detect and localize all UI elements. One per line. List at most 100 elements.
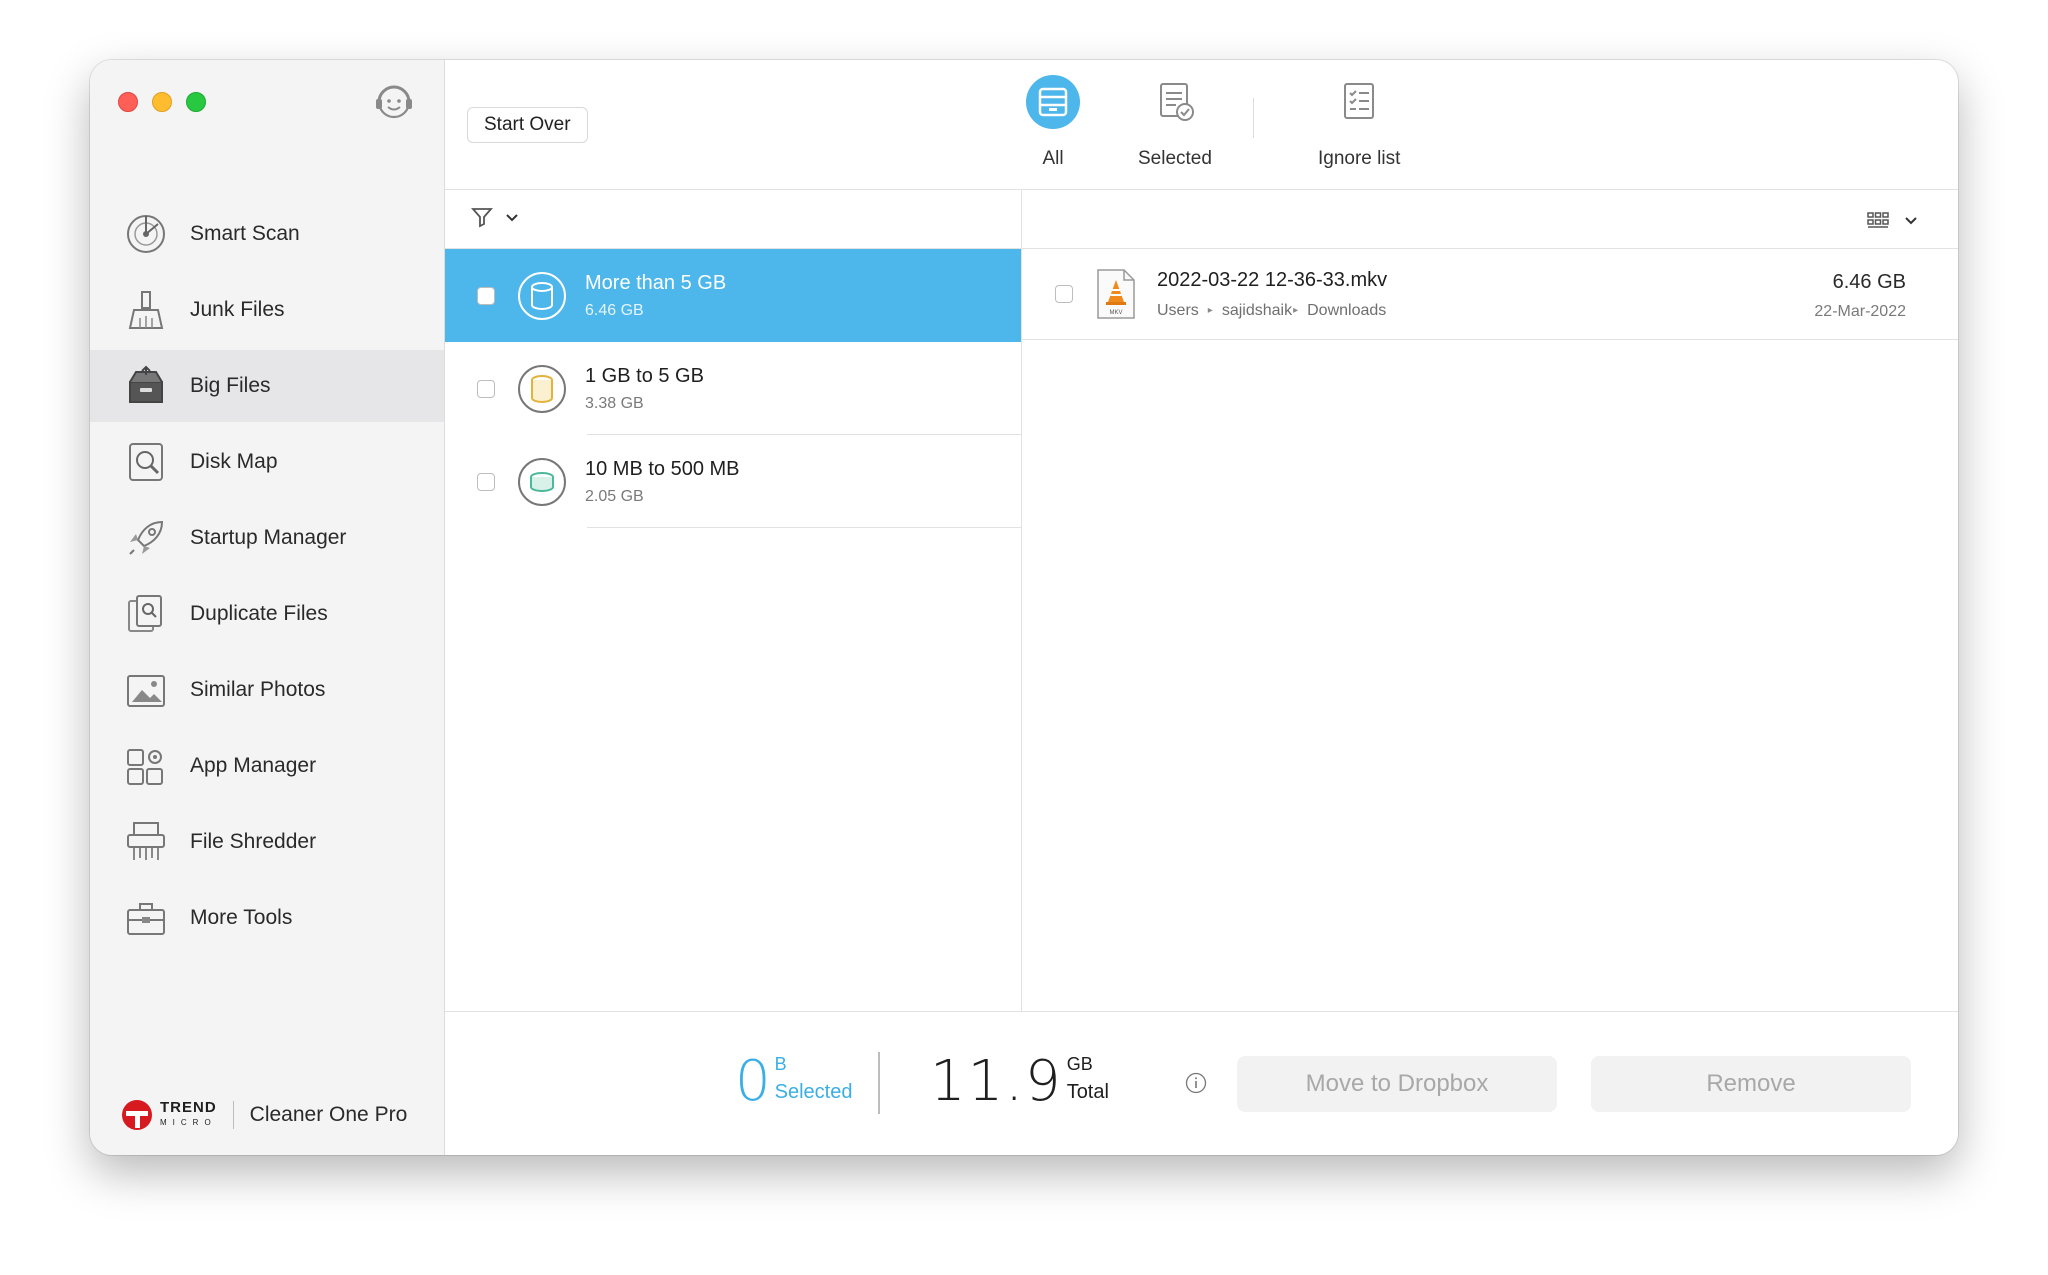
- selected-size-stat: 0 B Selected: [735, 1054, 852, 1110]
- file-type-label: MKV: [1109, 310, 1122, 316]
- brush-icon: [124, 288, 168, 332]
- photo-icon: [124, 668, 168, 712]
- view-bar: [1022, 190, 1958, 249]
- category-row-1gb-to-5gb[interactable]: 1 GB to 5 GB 3.38 GB: [445, 342, 1021, 435]
- video-file-icon: MKV: [1095, 268, 1137, 320]
- sidebar-nav: Smart Scan Junk Files Big Files Disk Map: [90, 198, 444, 958]
- sidebar-item-label: Similar Photos: [190, 678, 326, 701]
- rocket-icon: [124, 516, 168, 560]
- brand-company-sub: MICRO: [160, 1118, 217, 1127]
- tab-divider: [1253, 98, 1254, 138]
- radar-icon: [124, 212, 168, 256]
- category-checkbox[interactable]: [477, 472, 495, 491]
- sidebar-item-app-manager[interactable]: App Manager: [90, 730, 444, 802]
- total-size-stat: 11.9 GB Total: [930, 1054, 1109, 1110]
- zoom-window-button[interactable]: [186, 92, 206, 112]
- file-row[interactable]: MKV 2022-03-22 12-36-33.mkv Users ▸ saji…: [1022, 249, 1958, 340]
- category-title: 10 MB to 500 MB: [585, 457, 740, 480]
- selected-files-icon: [1147, 74, 1203, 130]
- main-content: Start Over All Selected Ignore list More…: [445, 60, 1958, 1155]
- path-arrow-icon: ▸: [1207, 305, 1213, 316]
- path-segment: Users: [1157, 301, 1199, 319]
- brand: TREND MICRO Cleaner One Pro: [120, 1095, 407, 1135]
- close-window-button[interactable]: [118, 92, 138, 112]
- total-label: Total: [1066, 1081, 1109, 1103]
- file-list-pane: MKV 2022-03-22 12-36-33.mkv Users ▸ saji…: [1022, 190, 1958, 1011]
- footer-bar: 0 B Selected 11.9 GB Total Move to Dropb…: [445, 1011, 1958, 1155]
- tab-ignore-list[interactable]: Ignore list: [1318, 74, 1400, 170]
- tab-selected-label: Selected: [1138, 148, 1212, 169]
- brand-company: TREND: [160, 1099, 217, 1116]
- sidebar-item-label: Junk Files: [190, 298, 285, 321]
- file-checkbox[interactable]: [1055, 285, 1073, 303]
- sidebar-item-duplicate-files[interactable]: Duplicate Files: [90, 578, 444, 650]
- box-icon: [124, 364, 168, 408]
- sidebar-item-more-tools[interactable]: More Tools: [90, 882, 444, 954]
- sidebar-item-label: Disk Map: [190, 450, 278, 473]
- sidebar-item-label: Smart Scan: [190, 222, 300, 245]
- file-path: Users ▸ sajidshaik ▸ Downloads: [1157, 302, 1387, 320]
- chevron-down-icon[interactable]: [1904, 213, 1918, 232]
- apps-icon: [124, 744, 168, 788]
- remove-button[interactable]: Remove: [1591, 1056, 1911, 1112]
- category-pane: More than 5 GB 6.46 GB 1 GB to 5 GB 3.38…: [445, 190, 1022, 1011]
- grid-view-icon[interactable]: [1866, 208, 1890, 237]
- category-title: 1 GB to 5 GB: [585, 364, 704, 387]
- ignore-list-icon: [1331, 74, 1387, 130]
- duplicate-icon: [124, 592, 168, 636]
- magnifier-icon: [124, 440, 168, 484]
- sidebar-item-startup-manager[interactable]: Startup Manager: [90, 502, 444, 574]
- category-checkbox[interactable]: [477, 286, 495, 305]
- toolbox-icon: [124, 896, 168, 940]
- brand-divider: [232, 1101, 234, 1129]
- sidebar-item-junk-files[interactable]: Junk Files: [90, 274, 444, 346]
- move-to-dropbox-button[interactable]: Move to Dropbox: [1237, 1056, 1557, 1112]
- path-arrow-icon: ▸: [1293, 305, 1299, 316]
- sidebar-item-similar-photos[interactable]: Similar Photos: [90, 654, 444, 726]
- category-row-10mb-to-500mb[interactable]: 10 MB to 500 MB 2.05 GB: [445, 435, 1021, 528]
- brand-product: Cleaner One Pro: [249, 1103, 408, 1126]
- tab-all-label: All: [1042, 148, 1064, 169]
- sidebar-item-smart-scan[interactable]: Smart Scan: [90, 198, 444, 270]
- chevron-down-icon[interactable]: [505, 210, 519, 229]
- category-checkbox[interactable]: [477, 379, 495, 398]
- sidebar: Smart Scan Junk Files Big Files Disk Map: [90, 60, 445, 1155]
- file-name: 2022-03-22 12-36-33.mkv: [1157, 268, 1388, 291]
- selected-label: Selected: [774, 1081, 853, 1103]
- tab-all[interactable]: All: [1025, 74, 1081, 170]
- category-title: More than 5 GB: [585, 271, 727, 294]
- support-icon[interactable]: [373, 80, 415, 122]
- minimize-window-button[interactable]: [152, 92, 172, 112]
- tab-selected[interactable]: Selected: [1138, 74, 1212, 170]
- sidebar-item-label: Big Files: [190, 374, 271, 397]
- database-icon: [517, 364, 567, 414]
- category-size: 2.05 GB: [585, 487, 644, 505]
- sidebar-item-disk-map[interactable]: Disk Map: [90, 426, 444, 498]
- path-segment: Downloads: [1307, 301, 1387, 319]
- start-over-button[interactable]: Start Over: [467, 107, 588, 143]
- sidebar-item-label: File Shredder: [190, 830, 317, 853]
- filter-bar: [445, 190, 1021, 249]
- sidebar-item-label: More Tools: [190, 906, 293, 929]
- sidebar-item-big-files[interactable]: Big Files: [90, 350, 444, 422]
- path-segment: sajidshaik: [1221, 301, 1293, 319]
- file-size: 6.46 GB: [1832, 271, 1906, 293]
- database-icon: [517, 271, 567, 321]
- category-size: 3.38 GB: [585, 394, 644, 412]
- window-controls: [118, 92, 206, 112]
- file-date: 22-Mar-2022: [1814, 303, 1906, 320]
- category-size: 6.46 GB: [585, 301, 644, 319]
- toolbar: Start Over All Selected Ignore list: [445, 60, 1958, 190]
- all-files-icon: [1025, 74, 1081, 130]
- info-icon[interactable]: [1185, 1072, 1207, 1094]
- sidebar-item-label: App Manager: [190, 754, 317, 777]
- selected-unit: B: [774, 1054, 787, 1074]
- sidebar-item-label: Startup Manager: [190, 526, 347, 549]
- total-value: 11.9: [930, 1049, 1063, 1114]
- category-row-more-than-5gb[interactable]: More than 5 GB 6.46 GB: [445, 249, 1021, 342]
- tab-ignore-list-label: Ignore list: [1318, 148, 1401, 169]
- filter-icon[interactable]: [471, 206, 493, 233]
- view-mode-toggle[interactable]: [1866, 208, 1918, 237]
- database-icon: [517, 457, 567, 507]
- sidebar-item-file-shredder[interactable]: File Shredder: [90, 806, 444, 878]
